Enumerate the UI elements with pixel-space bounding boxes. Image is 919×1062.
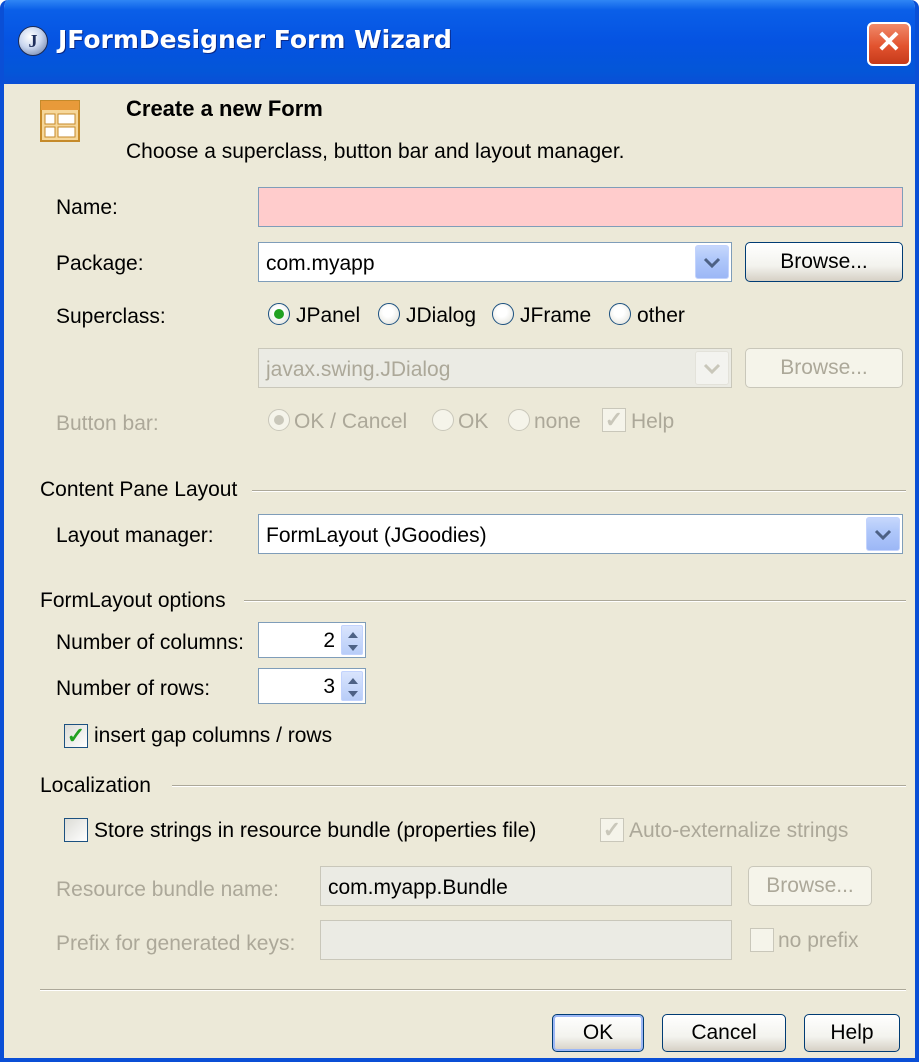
rows-label: Number of rows: [56,677,211,700]
store-strings-checkbox[interactable] [64,818,88,842]
other-class-value: javax.swing.JDialog [266,358,451,381]
superclass-other-radio[interactable] [609,303,631,325]
jformdesigner-icon: J [18,26,48,56]
chevron-down-icon[interactable] [695,351,729,385]
bundle-name-input[interactable]: com.myapp.Bundle [320,866,732,906]
name-input[interactable] [258,187,903,227]
button-bar-none-label: none [534,410,581,433]
button-bar-ok-radio[interactable] [432,409,454,431]
auto-externalize-checkbox[interactable]: ✓ [600,818,624,842]
content-pane-section-title: Content Pane Layout [40,478,238,501]
header-subtitle: Choose a superclass, button bar and layo… [126,140,625,163]
superclass-jdialog-label: JDialog [406,304,477,327]
close-button[interactable]: ✕ [867,22,911,66]
superclass-jpanel-label: JPanel [296,304,361,327]
section-divider [244,600,906,602]
rows-spinner[interactable]: 3 [258,668,366,704]
spinner-arrows-icon[interactable] [341,625,363,655]
bundle-name-value: com.myapp.Bundle [328,876,508,899]
localization-section-title: Localization [40,774,151,797]
section-divider [252,490,906,492]
store-strings-label: Store strings in resource bundle (proper… [94,819,537,842]
other-class-combobox[interactable]: javax.swing.JDialog [258,348,732,388]
title-bar[interactable]: J JFormDesigner Form Wizard ✕ [4,0,915,84]
chevron-down-icon[interactable] [866,517,900,551]
footer-divider [40,989,906,991]
columns-value: 2 [323,629,335,652]
layout-manager-combobox[interactable]: FormLayout (JGoodies) [258,514,903,554]
prefix-label: Prefix for generated keys: [56,932,296,955]
superclass-label: Superclass: [56,305,166,328]
no-prefix-checkbox[interactable] [750,928,774,952]
header-title: Create a new Form [126,96,323,121]
button-bar-label: Button bar: [56,412,159,435]
columns-spinner[interactable]: 2 [258,622,366,658]
prefix-input[interactable] [320,920,732,960]
formlayout-options-section-title: FormLayout options [40,589,226,612]
auto-externalize-label: Auto-externalize strings [629,819,849,842]
package-combobox[interactable]: com.myapp [258,242,732,282]
package-label: Package: [56,252,144,275]
window-title: JFormDesigner Form Wizard [58,25,452,54]
package-browse-button[interactable]: Browse... [745,242,903,282]
button-bar-ok-cancel-label: OK / Cancel [294,410,408,433]
form-wizard-dialog: J JFormDesigner Form Wizard ✕ Create a n… [0,0,919,1062]
superclass-other-label: other [637,304,685,327]
help-button[interactable]: Help [804,1014,900,1052]
help-checkbox[interactable]: ✓ [602,408,626,432]
bundle-name-label: Resource bundle name: [56,878,279,901]
spinner-arrows-icon[interactable] [341,671,363,701]
columns-label: Number of columns: [56,631,244,654]
insert-gap-checkbox[interactable]: ✓ [64,724,88,748]
superclass-jdialog-radio[interactable] [378,303,400,325]
form-layout-icon [40,100,80,142]
cancel-button[interactable]: Cancel [662,1014,786,1052]
layout-manager-value: FormLayout (JGoodies) [266,524,487,547]
superclass-jframe-label: JFrame [520,304,592,327]
package-value: com.myapp [266,252,375,275]
button-bar-ok-label: OK [458,410,489,433]
layout-manager-label: Layout manager: [56,524,214,547]
name-label: Name: [56,196,118,219]
other-browse-button[interactable]: Browse... [745,348,903,388]
superclass-jframe-radio[interactable] [492,303,514,325]
superclass-jpanel-radio[interactable] [268,303,290,325]
ok-button[interactable]: OK [552,1014,644,1052]
rows-value: 3 [323,675,335,698]
section-divider [172,785,906,787]
bundle-browse-button[interactable]: Browse... [748,866,872,906]
help-checkbox-label: Help [631,410,675,433]
button-bar-none-radio[interactable] [508,409,530,431]
insert-gap-label: insert gap columns / rows [94,724,333,747]
button-bar-ok-cancel-radio[interactable] [268,409,290,431]
no-prefix-label: no prefix [778,929,859,952]
chevron-down-icon[interactable] [695,245,729,279]
